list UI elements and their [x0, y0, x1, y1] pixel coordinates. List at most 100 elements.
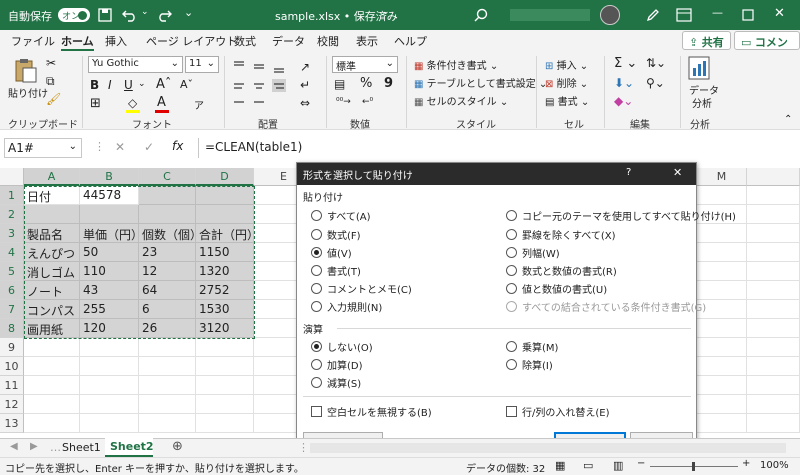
- cell[interactable]: [747, 205, 800, 224]
- delete-cells-button[interactable]: ⊠ 削除 ⌄: [545, 75, 588, 90]
- cell[interactable]: 23: [139, 243, 196, 262]
- cell[interactable]: 1320: [196, 262, 254, 281]
- underline-dropdown-icon[interactable]: ⌄: [138, 79, 146, 89]
- paste-option-no-borders[interactable]: 罫線を除くすべて(X): [506, 227, 616, 242]
- col-header-b[interactable]: B: [80, 168, 139, 186]
- cell[interactable]: [196, 338, 254, 357]
- cut-icon[interactable]: ✂: [46, 56, 56, 70]
- insert-cells-button[interactable]: ⊞ 挿入 ⌄: [545, 57, 588, 72]
- comment-button[interactable]: ▭ コメント: [734, 31, 800, 65]
- alignment-buttons[interactable]: [230, 58, 292, 110]
- zoom-level[interactable]: 100%: [760, 460, 789, 471]
- cell[interactable]: [139, 186, 196, 205]
- cell[interactable]: [196, 357, 254, 376]
- cell[interactable]: [747, 395, 800, 414]
- currency-icon[interactable]: ▤: [334, 77, 345, 91]
- sheet-tab-sheet2[interactable]: Sheet2: [105, 438, 154, 457]
- cell[interactable]: 製品名: [24, 224, 80, 243]
- tab-page-layout[interactable]: ページ レイアウト: [146, 33, 237, 49]
- cell[interactable]: [24, 376, 80, 395]
- paste-icon[interactable]: [14, 58, 38, 84]
- conditional-format-button[interactable]: ▦ 条件付き書式 ⌄: [414, 57, 498, 72]
- add-sheet-icon[interactable]: ⊕: [172, 439, 183, 454]
- cell[interactable]: 1150: [196, 243, 254, 262]
- cell[interactable]: 50: [80, 243, 139, 262]
- maximize-icon[interactable]: [742, 9, 754, 21]
- page-break-view-icon[interactable]: ▥: [613, 459, 623, 472]
- cell[interactable]: 個数（個）: [139, 224, 196, 243]
- tab-help[interactable]: ヘルプ: [394, 33, 427, 49]
- decrease-decimal-icon[interactable]: ←⁰: [362, 97, 373, 107]
- cell-styles-button[interactable]: ▦ セルのスタイル ⌄: [414, 93, 508, 108]
- cell[interactable]: [196, 414, 254, 433]
- ribbon-display-icon[interactable]: [676, 8, 692, 22]
- copy-icon[interactable]: ⧉: [46, 74, 55, 89]
- font-grow-icon[interactable]: Aˆ: [156, 77, 171, 92]
- dialog-close-icon[interactable]: ✕: [673, 166, 682, 179]
- cell[interactable]: 255: [80, 300, 139, 319]
- font-name-select[interactable]: Yu Gothic ⌄: [88, 56, 183, 73]
- cell[interactable]: [747, 186, 800, 205]
- cell[interactable]: 単価（円）: [80, 224, 139, 243]
- row-header[interactable]: 4: [0, 243, 24, 262]
- tab-review[interactable]: 校閲: [317, 33, 339, 49]
- autosum-icon[interactable]: Σ ⌄: [614, 56, 637, 71]
- cell[interactable]: [697, 395, 747, 414]
- col-header-m[interactable]: M: [697, 168, 747, 186]
- cell[interactable]: [139, 395, 196, 414]
- cell[interactable]: 消しゴム: [24, 262, 80, 281]
- tab-file[interactable]: ファイル: [11, 33, 55, 49]
- select-all-corner[interactable]: [0, 168, 24, 186]
- paste-option-values-numbers[interactable]: 値と数値の書式(U): [506, 281, 607, 296]
- cell[interactable]: [697, 224, 747, 243]
- operation-none[interactable]: しない(O): [311, 339, 373, 354]
- cell[interactable]: [24, 357, 80, 376]
- row-header[interactable]: 13: [0, 414, 24, 433]
- title-dropdown-icon[interactable]: ⌄: [382, 7, 390, 17]
- cell[interactable]: [139, 376, 196, 395]
- cell[interactable]: 43: [80, 281, 139, 300]
- cell[interactable]: [24, 395, 80, 414]
- operation-subtract[interactable]: 減算(S): [311, 375, 361, 390]
- cell[interactable]: 2752: [196, 281, 254, 300]
- cell[interactable]: [80, 338, 139, 357]
- sort-filter-icon[interactable]: ⇅⌄: [646, 56, 666, 70]
- cell[interactable]: 26: [139, 319, 196, 338]
- row-header[interactable]: 3: [0, 224, 24, 243]
- cell[interactable]: [24, 338, 80, 357]
- tab-splitter-icon[interactable]: ⋮: [298, 441, 309, 454]
- increase-decimal-icon[interactable]: ⁰⁰→: [336, 97, 351, 107]
- cell[interactable]: [139, 205, 196, 224]
- sheet-tab-sheet1[interactable]: Sheet1: [57, 439, 105, 457]
- font-size-select[interactable]: 11 ⌄: [185, 56, 219, 73]
- cell[interactable]: [139, 357, 196, 376]
- row-header[interactable]: 10: [0, 357, 24, 376]
- minimize-icon[interactable]: —: [712, 6, 723, 19]
- tab-view[interactable]: 表示: [356, 33, 378, 49]
- cell[interactable]: [697, 376, 747, 395]
- tab-data[interactable]: データ: [272, 33, 305, 49]
- cell[interactable]: ノート: [24, 281, 80, 300]
- cell[interactable]: えんぴつ: [24, 243, 80, 262]
- normal-view-icon[interactable]: ▦: [555, 459, 565, 472]
- col-header-c[interactable]: C: [139, 168, 196, 186]
- operation-divide[interactable]: 除算(I): [506, 357, 553, 372]
- cell[interactable]: [747, 281, 800, 300]
- cell[interactable]: 画用紙: [24, 319, 80, 338]
- paste-option-values[interactable]: 値(V): [311, 245, 352, 260]
- search-icon[interactable]: [474, 8, 488, 22]
- cell[interactable]: [196, 205, 254, 224]
- row-header[interactable]: 5: [0, 262, 24, 281]
- cell[interactable]: [747, 243, 800, 262]
- skip-blanks-checkbox[interactable]: 空白セルを無視する(B): [311, 404, 432, 419]
- avatar[interactable]: [600, 5, 620, 25]
- cell[interactable]: [80, 205, 139, 224]
- font-shrink-icon[interactable]: Aˇ: [180, 78, 193, 91]
- paste-label[interactable]: 貼り付け: [8, 85, 48, 100]
- cell[interactable]: [80, 357, 139, 376]
- col-header-n[interactable]: [747, 168, 800, 186]
- percent-icon[interactable]: %: [360, 76, 372, 91]
- zoom-in-icon[interactable]: +: [742, 458, 750, 469]
- cell[interactable]: [747, 300, 800, 319]
- cell[interactable]: [697, 319, 747, 338]
